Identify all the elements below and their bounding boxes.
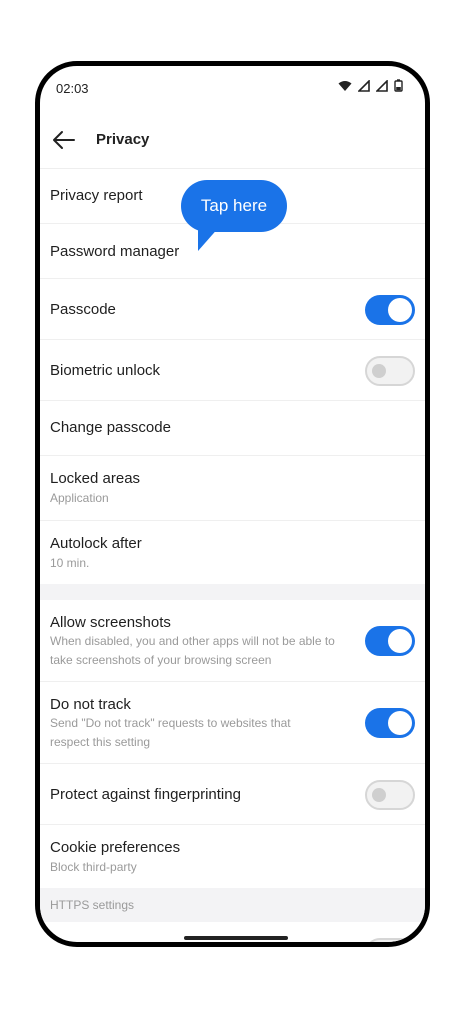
row-subtitle: Block third-party bbox=[50, 860, 137, 874]
row-label: Locked areas bbox=[50, 470, 141, 487]
row-label: Passcode bbox=[50, 301, 116, 318]
row-label: Password manager bbox=[50, 243, 180, 260]
row-password-manager[interactable]: Password manager bbox=[40, 224, 425, 279]
status-icons bbox=[338, 79, 403, 92]
toggle-knob bbox=[372, 364, 386, 378]
partial-toggle[interactable] bbox=[365, 938, 415, 947]
toggle-knob bbox=[372, 788, 386, 802]
top-app-bar: Privacy bbox=[40, 112, 425, 169]
toggle-knob bbox=[388, 298, 412, 322]
row-label: Allow screenshots bbox=[50, 614, 171, 631]
fingerprinting-toggle[interactable] bbox=[365, 780, 415, 810]
row-allow-screenshots[interactable]: Allow screenshots When disabled, you and… bbox=[40, 600, 425, 682]
row-subtitle: When disabled, you and other apps will n… bbox=[50, 634, 335, 667]
status-time: 02:03 bbox=[56, 81, 89, 96]
allow-screenshots-toggle[interactable] bbox=[365, 626, 415, 656]
row-subtitle: Send "Do not track" requests to websites… bbox=[50, 716, 291, 749]
battery-icon bbox=[394, 79, 403, 92]
row-subtitle: Application bbox=[50, 491, 109, 505]
do-not-track-toggle[interactable] bbox=[365, 708, 415, 738]
back-arrow-icon[interactable] bbox=[50, 126, 78, 154]
row-label: Protect against fingerprinting bbox=[50, 786, 241, 803]
tap-here-tooltip: Tap here bbox=[181, 180, 287, 232]
settings-list: Privacy report Password manager Passcode… bbox=[40, 168, 425, 947]
section-header-https: HTTPS settings bbox=[40, 888, 425, 922]
row-autolock-after[interactable]: Autolock after 10 min. bbox=[40, 521, 425, 584]
row-label: Privacy report bbox=[50, 187, 143, 204]
toggle-knob bbox=[388, 711, 412, 735]
row-subtitle: 10 min. bbox=[50, 556, 90, 570]
row-partial[interactable] bbox=[40, 922, 425, 947]
row-change-passcode[interactable]: Change passcode bbox=[40, 401, 425, 456]
biometric-unlock-toggle[interactable] bbox=[365, 356, 415, 386]
home-indicator[interactable] bbox=[184, 936, 288, 940]
row-do-not-track[interactable]: Do not track Send "Do not track" request… bbox=[40, 682, 425, 764]
page-title: Privacy bbox=[96, 131, 150, 148]
signal-icon bbox=[376, 79, 388, 92]
passcode-toggle[interactable] bbox=[365, 295, 415, 325]
section-header-label: HTTPS settings bbox=[50, 898, 135, 912]
row-label: Change passcode bbox=[50, 419, 171, 436]
row-label: Do not track bbox=[50, 696, 131, 713]
row-passcode[interactable]: Passcode bbox=[40, 279, 425, 340]
row-protect-fingerprinting[interactable]: Protect against fingerprinting bbox=[40, 764, 425, 825]
row-biometric-unlock[interactable]: Biometric unlock bbox=[40, 340, 425, 401]
status-bar: 02:03 bbox=[40, 66, 425, 112]
row-locked-areas[interactable]: Locked areas Application bbox=[40, 456, 425, 521]
section-divider bbox=[40, 584, 425, 600]
row-label: Autolock after bbox=[50, 535, 142, 552]
row-label: Cookie preferences bbox=[50, 839, 181, 856]
wifi-icon bbox=[338, 80, 352, 91]
row-label: Biometric unlock bbox=[50, 362, 161, 379]
row-cookie-preferences[interactable]: Cookie preferences Block third-party bbox=[40, 825, 425, 888]
toggle-knob bbox=[372, 946, 386, 947]
signal-icon bbox=[358, 79, 370, 92]
phone-frame: 02:03 Privacy Privacy report Password ma… bbox=[35, 61, 430, 947]
toggle-knob bbox=[388, 629, 412, 653]
